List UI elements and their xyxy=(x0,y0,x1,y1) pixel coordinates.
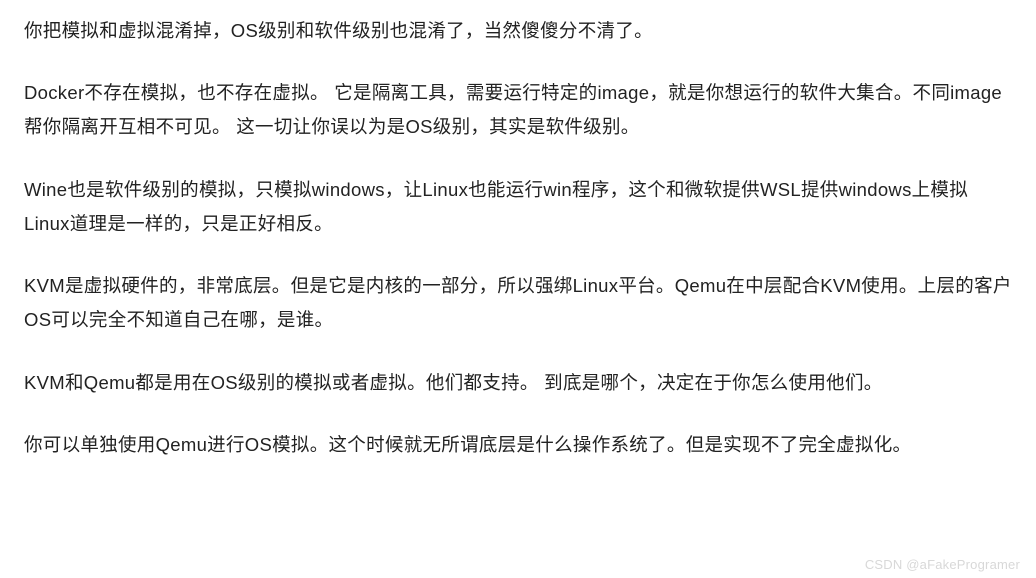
paragraph-5: KVM和Qemu都是用在OS级别的模拟或者虚拟。他们都支持。 到底是哪个，决定在… xyxy=(24,366,1012,400)
watermark: CSDN @aFakeProgramer xyxy=(865,557,1020,572)
paragraph-2: Docker不存在模拟，也不存在虚拟。 它是隔离工具，需要运行特定的image，… xyxy=(24,76,1012,144)
paragraph-1: 你把模拟和虚拟混淆掉，OS级别和软件级别也混淆了，当然傻傻分不清了。 xyxy=(24,14,1012,48)
paragraph-6: 你可以单独使用Qemu进行OS模拟。这个时候就无所谓底层是什么操作系统了。但是实… xyxy=(24,428,1012,462)
paragraph-4: KVM是虚拟硬件的，非常底层。但是它是内核的一部分，所以强绑Linux平台。Qe… xyxy=(24,269,1012,337)
document-content: 你把模拟和虚拟混淆掉，OS级别和软件级别也混淆了，当然傻傻分不清了。 Docke… xyxy=(0,0,1036,476)
paragraph-3: Wine也是软件级别的模拟，只模拟windows，让Linux也能运行win程序… xyxy=(24,173,1012,241)
